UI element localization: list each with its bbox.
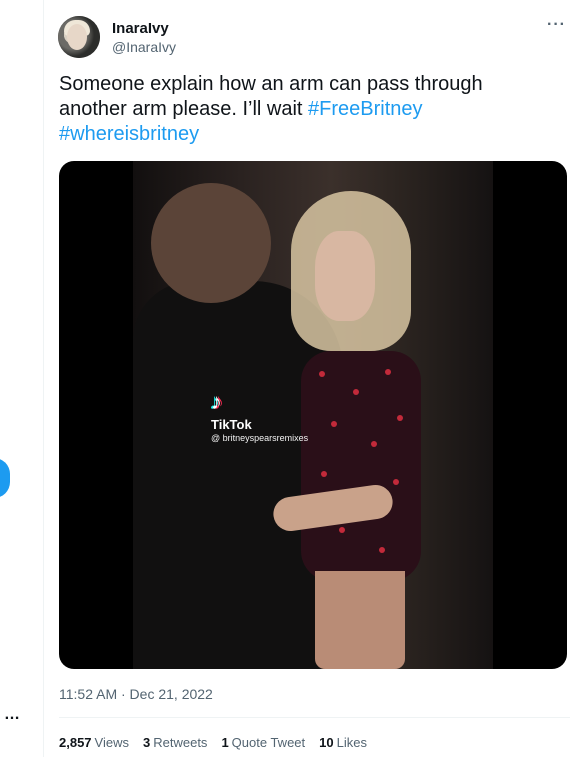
stat-likes-label: Likes: [336, 735, 367, 750]
stat-likes[interactable]: 10 Likes: [319, 735, 367, 750]
tiktok-brand: TikTok: [211, 417, 252, 432]
tweet-more-icon[interactable]: ···: [547, 16, 566, 34]
video-frame[interactable]: ♪ TikTok @ britneyspearsremixes: [133, 161, 493, 669]
video-figure-man-head: [151, 183, 271, 303]
tweet-detail: InaraIvy @InaraIvy ··· Someone explain h…: [43, 0, 584, 757]
tiktok-watermark: ♪ TikTok @ britneyspearsremixes: [211, 389, 309, 444]
tweet-stats: 2,857 Views 3 Retweets 1 Quote Tweet 10 Like…: [59, 735, 367, 750]
stat-views-count: 2,857: [59, 735, 92, 750]
video-figure-legs: [315, 571, 405, 669]
stat-retweets-label: Retweets: [153, 735, 208, 750]
tweet-text: Someone explain how an arm can pass thro…: [59, 72, 539, 147]
more-options-icon[interactable]: …: [4, 706, 21, 724]
compose-tweet-button[interactable]: [0, 458, 10, 498]
author-info[interactable]: InaraIvy @InaraIvy: [112, 20, 176, 56]
stat-retweets-count: 3: [143, 735, 151, 750]
hashtag-whereisbritney[interactable]: #whereisbritney: [59, 123, 199, 145]
divider: [59, 717, 570, 718]
author-display-name[interactable]: InaraIvy: [112, 20, 176, 38]
left-sidebar: …: [0, 0, 42, 757]
tweet-video[interactable]: ♪ TikTok @ britneyspearsremixes: [59, 161, 567, 669]
stat-retweets[interactable]: 3 Retweets: [143, 735, 207, 750]
stat-quote-tweets-count: 1: [221, 735, 229, 750]
stat-quote-tweets-label: Quote Tweet: [231, 735, 306, 750]
stat-likes-count: 10: [319, 735, 334, 750]
tiktok-handle: @ britneyspearsremixes: [211, 433, 309, 443]
avatar[interactable]: [58, 16, 100, 58]
author-handle[interactable]: @InaraIvy: [112, 38, 176, 56]
video-figure-woman-face: [315, 231, 375, 321]
stat-views[interactable]: 2,857 Views: [59, 735, 129, 750]
stat-quote-tweets[interactable]: 1 Quote Tweet: [221, 735, 305, 750]
hashtag-freebritney[interactable]: #FreeBritney: [308, 98, 423, 120]
stat-views-label: Views: [94, 735, 129, 750]
tweet-header: InaraIvy @InaraIvy ···: [58, 16, 570, 60]
video-figure-woman-dress: [301, 351, 421, 581]
tweet-timestamp[interactable]: 11:52 AM · Dec 21, 2022: [59, 686, 213, 702]
tiktok-icon: ♪: [211, 389, 222, 414]
